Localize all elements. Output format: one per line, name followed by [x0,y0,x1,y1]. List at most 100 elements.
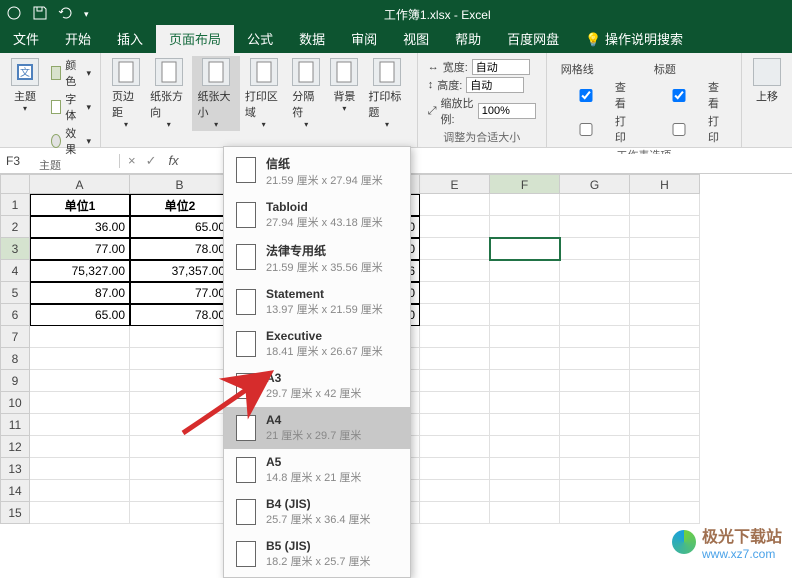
tab-视图[interactable]: 视图 [390,25,442,53]
row-header-13[interactable]: 13 [0,458,30,480]
paper-size-Executive[interactable]: Executive18.41 厘米 x 26.67 厘米 [224,323,410,365]
save-icon[interactable] [32,5,48,24]
cell[interactable] [630,414,700,436]
cell[interactable] [560,348,630,370]
row-header-1[interactable]: 1 [0,194,30,216]
paper-size-B4 (JIS)[interactable]: B4 (JIS)25.7 厘米 x 36.4 厘米 [224,491,410,533]
autosave-toggle-icon[interactable] [6,5,22,24]
cell[interactable] [30,392,130,414]
cell[interactable] [130,370,230,392]
cell[interactable] [560,502,630,524]
cell[interactable] [630,238,700,260]
cell[interactable] [630,436,700,458]
gridlines-print[interactable]: 打印 [561,112,634,146]
cell[interactable] [490,502,560,524]
tab-开始[interactable]: 开始 [52,25,104,53]
fonts-button[interactable]: 字体▾ [48,90,94,124]
cell[interactable] [30,326,130,348]
tell-me[interactable]: 💡 操作说明搜索 [572,25,696,53]
cell[interactable] [560,436,630,458]
paper-size-Statement[interactable]: Statement13.97 厘米 x 21.59 厘米 [224,281,410,323]
cancel-icon[interactable]: × [128,153,136,169]
cell[interactable] [560,216,630,238]
paper-size-Tabloid[interactable]: Tabloid27.94 厘米 x 43.18 厘米 [224,194,410,236]
cell[interactable] [630,216,700,238]
cell[interactable]: 单位1 [30,194,130,216]
col-header-G[interactable]: G [560,174,630,194]
row-header-15[interactable]: 15 [0,502,30,524]
cell[interactable] [490,480,560,502]
cell[interactable]: 36.00 [30,216,130,238]
cell[interactable] [130,326,230,348]
cell[interactable]: 65.00 [130,216,230,238]
tab-审阅[interactable]: 审阅 [338,25,390,53]
cell[interactable] [560,260,630,282]
cell[interactable] [490,392,560,414]
cell[interactable] [490,260,560,282]
cell[interactable] [560,238,630,260]
tab-文件[interactable]: 文件 [0,25,52,53]
background-button[interactable]: 背景▾ [325,56,363,115]
cell[interactable] [130,348,230,370]
cell[interactable]: 78.00 [130,238,230,260]
cell[interactable] [420,194,490,216]
gridlines-view[interactable]: 查看 [561,78,634,112]
cell[interactable]: 单位2 [130,194,230,216]
row-header-9[interactable]: 9 [0,370,30,392]
cell[interactable] [490,194,560,216]
cell[interactable] [130,392,230,414]
cell[interactable] [630,326,700,348]
cell[interactable] [420,370,490,392]
cell[interactable] [630,260,700,282]
height-input[interactable] [466,77,524,93]
cell[interactable] [420,304,490,326]
cell[interactable] [490,348,560,370]
cell[interactable] [420,480,490,502]
cell[interactable] [30,370,130,392]
cell[interactable] [630,480,700,502]
cell[interactable] [560,282,630,304]
size-button[interactable]: 纸张大小▾ [192,56,239,131]
cell[interactable] [420,238,490,260]
cell[interactable] [420,348,490,370]
row-header-14[interactable]: 14 [0,480,30,502]
cell[interactable] [420,414,490,436]
col-header-H[interactable]: H [630,174,700,194]
confirm-icon[interactable]: ✓ [146,153,157,169]
cell[interactable]: 37,357.00 [130,260,230,282]
breaks-button[interactable]: 分隔符▾ [287,56,325,131]
cell[interactable] [420,436,490,458]
orientation-button[interactable]: 纸张方向▾ [145,56,192,131]
paper-size-法律专用纸[interactable]: 法律专用纸21.59 厘米 x 35.56 厘米 [224,236,410,281]
tab-百度网盘[interactable]: 百度网盘 [494,25,572,53]
cell[interactable] [490,238,560,260]
cell[interactable] [130,458,230,480]
row-header-11[interactable]: 11 [0,414,30,436]
row-header-12[interactable]: 12 [0,436,30,458]
cell[interactable]: 87.00 [30,282,130,304]
cell[interactable] [560,326,630,348]
headings-view[interactable]: 查看 [654,78,727,112]
select-all-corner[interactable] [0,174,30,194]
cell[interactable] [630,348,700,370]
cell[interactable] [420,326,490,348]
cell[interactable] [630,458,700,480]
cell[interactable] [490,216,560,238]
scale-input[interactable] [478,103,536,119]
colors-button[interactable]: 颜色▾ [48,56,94,90]
row-header-7[interactable]: 7 [0,326,30,348]
printtitles-button[interactable]: 打印标题▾ [363,56,410,131]
cell[interactable] [420,216,490,238]
name-box[interactable]: F3 [0,154,120,168]
cell[interactable] [420,392,490,414]
row-header-10[interactable]: 10 [0,392,30,414]
cell[interactable] [490,414,560,436]
cell[interactable] [630,502,700,524]
cell[interactable] [560,304,630,326]
cell[interactable] [560,392,630,414]
cell[interactable] [420,260,490,282]
cell[interactable] [30,458,130,480]
tab-数据[interactable]: 数据 [286,25,338,53]
cell[interactable]: 65.00 [30,304,130,326]
cell[interactable] [490,326,560,348]
